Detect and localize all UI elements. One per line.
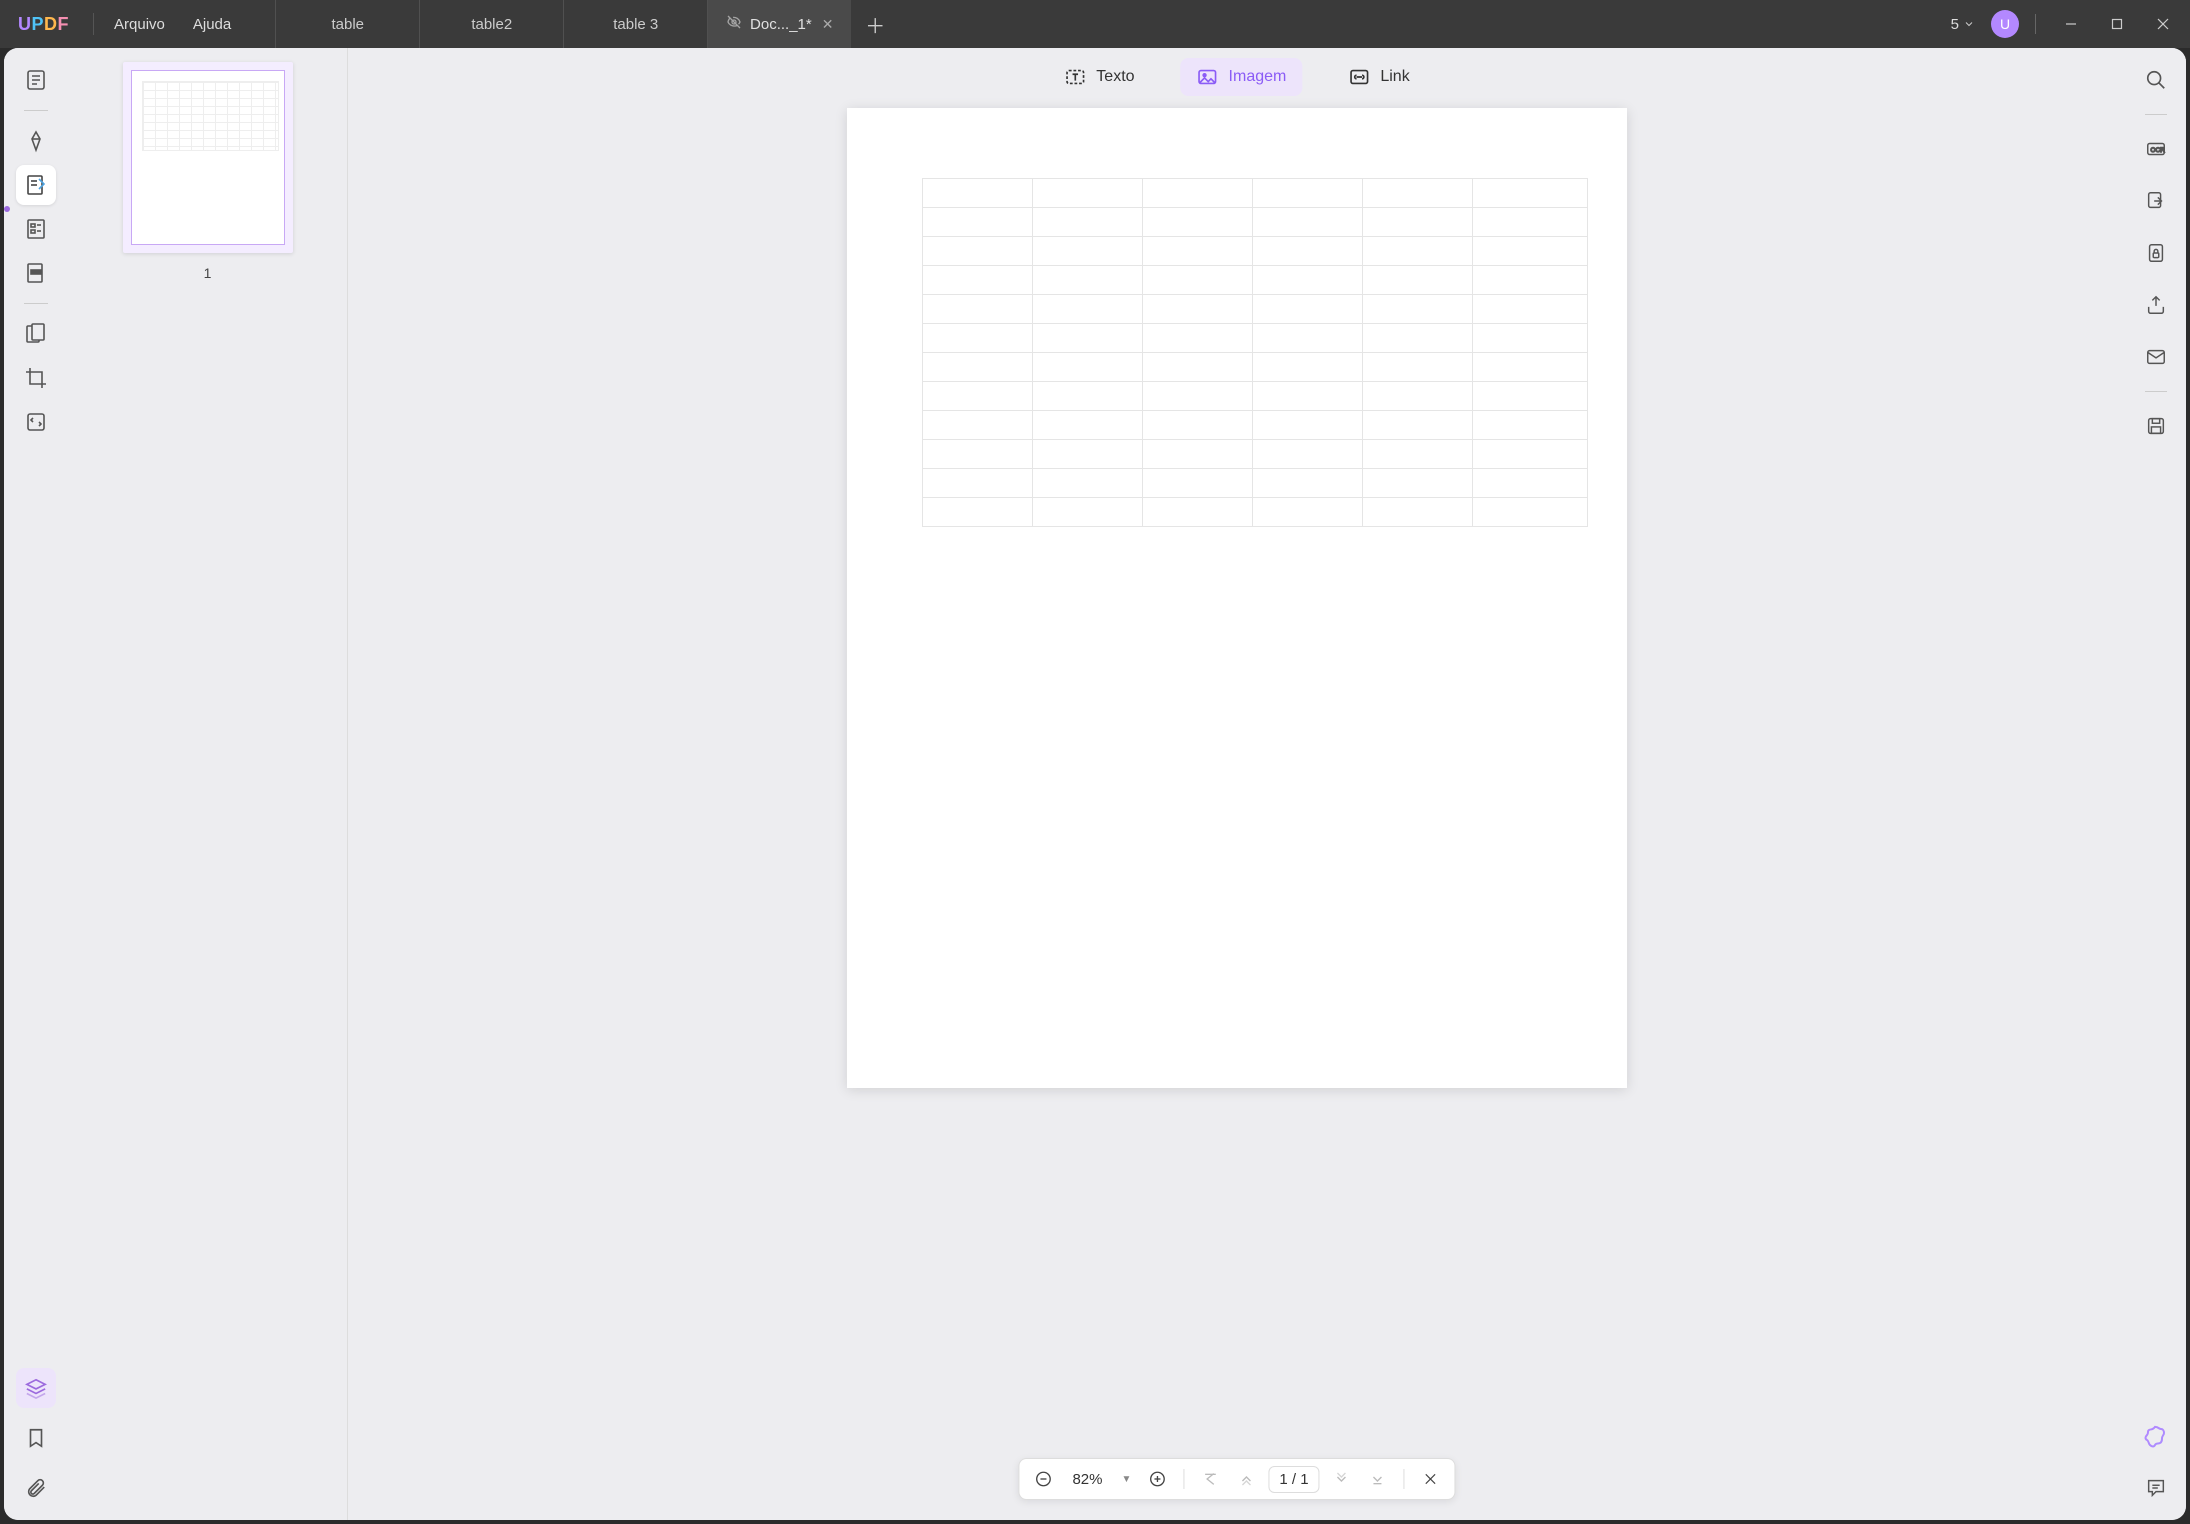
tab-table[interactable]: table <box>275 0 419 48</box>
edit-image-label: Imagem <box>1229 68 1287 86</box>
table-row <box>923 179 1588 208</box>
pagebar-close-button[interactable] <box>1417 1465 1445 1493</box>
titlebar: UPDF Arquivo Ajuda table table2 table 3 … <box>0 0 2190 48</box>
annotate-tool[interactable] <box>16 121 56 161</box>
tab-label: Doc..._1* <box>750 16 812 33</box>
table-row <box>923 237 1588 266</box>
reader-tool[interactable] <box>16 60 56 100</box>
window-close-button[interactable] <box>2144 8 2182 40</box>
page-number-input[interactable]: 1 / 1 <box>1268 1466 1319 1493</box>
no-preview-icon <box>726 14 742 34</box>
edit-text-button[interactable]: Texto <box>1048 58 1150 96</box>
save-button[interactable] <box>2138 408 2174 444</box>
notifications-count: 5 <box>1951 16 1959 33</box>
edit-link-button[interactable]: Link <box>1332 58 1425 96</box>
table-row <box>923 208 1588 237</box>
tab-label: table <box>331 16 364 33</box>
ocr-button[interactable]: OCR <box>2138 131 2174 167</box>
attachment-tool[interactable] <box>16 1468 56 1508</box>
user-avatar[interactable]: U <box>1991 10 2019 38</box>
organize-tool[interactable] <box>16 314 56 354</box>
first-page-button[interactable] <box>1196 1465 1224 1493</box>
table-row <box>923 295 1588 324</box>
page-navigation-bar: 82% ▼ 1 / 1 <box>1018 1458 1455 1500</box>
edit-image-button[interactable]: Imagem <box>1181 58 1303 96</box>
thumbnail-page-1[interactable] <box>123 62 293 253</box>
tabs-container: table table2 table 3 Doc..._1* ✕ ＋ <box>275 0 899 48</box>
protect-button[interactable] <box>2138 235 2174 271</box>
tab-label: table 3 <box>613 16 658 33</box>
zoom-out-button[interactable] <box>1029 1465 1057 1493</box>
window-minimize-button[interactable] <box>2052 8 2090 40</box>
thumbnail-label: 1 <box>204 265 212 281</box>
layers-tool[interactable] <box>16 1368 56 1408</box>
next-page-button[interactable] <box>1328 1465 1356 1493</box>
right-toolbar: OCR <box>2126 48 2186 1520</box>
pagebar-separator <box>1404 1469 1405 1489</box>
comment-button[interactable] <box>2138 1470 2174 1506</box>
toolbar-separator <box>24 303 48 304</box>
active-tool-indicator <box>4 206 10 212</box>
toolbar-separator <box>2145 391 2167 392</box>
edit-link-label: Link <box>1380 68 1409 86</box>
left-toolbar <box>4 48 68 1520</box>
redact-tool[interactable] <box>16 253 56 293</box>
table-row <box>923 353 1588 382</box>
main-canvas: Texto Imagem Link <box>348 48 2126 1520</box>
table-row <box>923 266 1588 295</box>
window-maximize-button[interactable] <box>2098 8 2136 40</box>
zoom-in-button[interactable] <box>1143 1465 1171 1493</box>
document-table <box>922 178 1588 527</box>
app-logo: UPDF <box>0 14 87 35</box>
last-page-button[interactable] <box>1364 1465 1392 1493</box>
table-row <box>923 469 1588 498</box>
table-row <box>923 324 1588 353</box>
tab-close-icon[interactable]: ✕ <box>822 16 834 33</box>
toolbar-separator <box>24 110 48 111</box>
ai-assistant-button[interactable] <box>2138 1418 2174 1454</box>
zoom-dropdown-icon[interactable]: ▼ <box>1117 1474 1135 1485</box>
tab-doc1[interactable]: Doc..._1* ✕ <box>707 0 851 48</box>
toolbar-separator <box>2145 114 2167 115</box>
document-page[interactable] <box>847 108 1627 1088</box>
edit-tool[interactable] <box>16 165 56 205</box>
email-button[interactable] <box>2138 339 2174 375</box>
thumbnail-panel: 1 <box>68 48 348 1520</box>
page-number-value: 1 / 1 <box>1279 1471 1308 1488</box>
menu-help[interactable]: Ajuda <box>179 16 245 33</box>
menu-separator <box>93 13 94 35</box>
tab-table3[interactable]: table 3 <box>563 0 707 48</box>
table-row <box>923 411 1588 440</box>
share-button[interactable] <box>2138 287 2174 323</box>
table-row <box>923 498 1588 527</box>
menu-file[interactable]: Arquivo <box>100 16 179 33</box>
prev-page-button[interactable] <box>1232 1465 1260 1493</box>
notifications-button[interactable]: 5 <box>1943 12 1983 37</box>
crop-tool[interactable] <box>16 358 56 398</box>
tab-table2[interactable]: table2 <box>419 0 563 48</box>
convert-button[interactable] <box>2138 183 2174 219</box>
tab-label: table2 <box>471 16 512 33</box>
form-tool[interactable] <box>16 209 56 249</box>
edit-text-label: Texto <box>1096 68 1134 86</box>
window-controls-group: 5 U <box>1943 8 2190 40</box>
pagebar-separator <box>1183 1469 1184 1489</box>
svg-text:OCR: OCR <box>2151 147 2166 154</box>
bookmark-tool[interactable] <box>16 1418 56 1458</box>
table-row <box>923 382 1588 411</box>
avatar-initial: U <box>2000 16 2010 32</box>
search-button[interactable] <box>2138 62 2174 98</box>
zoom-value: 82% <box>1065 1471 1109 1488</box>
window-separator <box>2035 14 2036 34</box>
edit-toolbar: Texto Imagem Link <box>1048 58 1425 96</box>
table-row <box>923 440 1588 469</box>
compress-tool[interactable] <box>16 402 56 442</box>
tab-add-button[interactable]: ＋ <box>851 0 899 48</box>
